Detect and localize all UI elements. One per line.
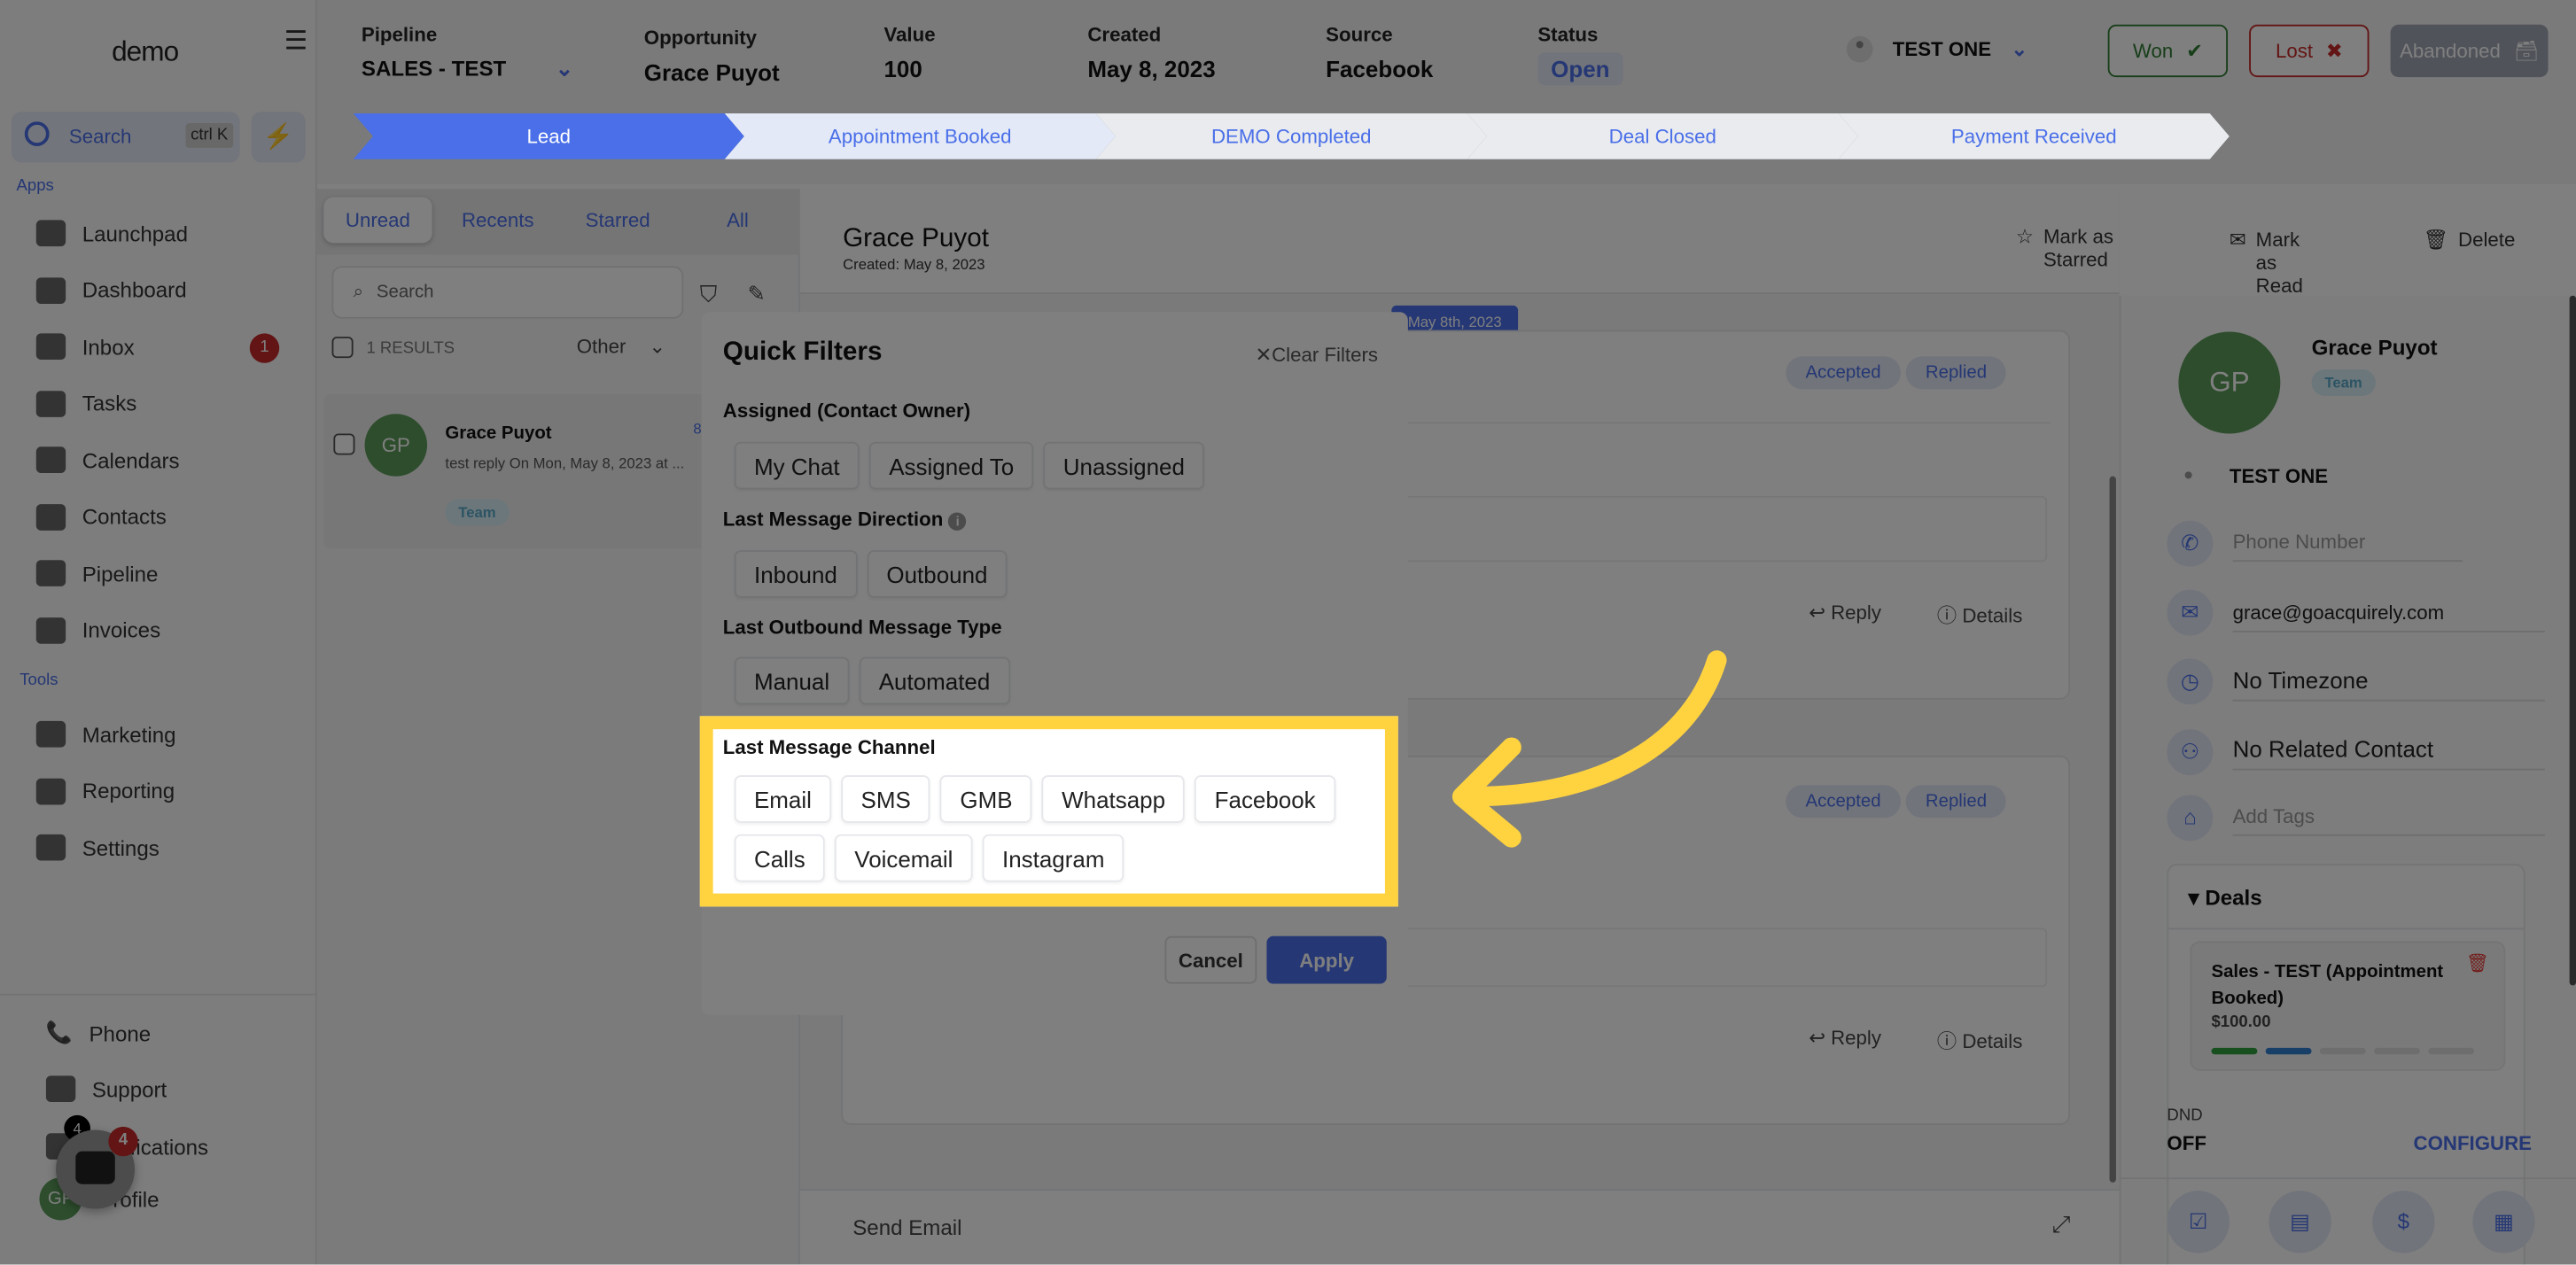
channel-chip-sms[interactable]: SMS	[841, 775, 931, 823]
stage-demo-completed[interactable]: DEMO Completed	[1096, 113, 1487, 159]
stage-lead[interactable]: Lead	[354, 113, 744, 159]
stage-appointment-booked[interactable]: Appointment Booked	[725, 113, 1116, 159]
channel-chip-whatsapp[interactable]: Whatsapp	[1041, 775, 1186, 823]
channel-chip-gmb[interactable]: GMB	[940, 775, 1032, 823]
channel-chip-voicemail[interactable]: Voicemail	[835, 834, 973, 882]
channel-heading: Last Message Channel	[722, 735, 936, 759]
channel-chip-instagram[interactable]: Instagram	[982, 834, 1125, 882]
stage-payment-received[interactable]: Payment Received	[1839, 113, 2230, 159]
dim-overlay	[0, 0, 2576, 1265]
stage-deal-closed[interactable]: Deal Closed	[1467, 113, 1858, 159]
channel-chip-email[interactable]: Email	[734, 775, 832, 823]
channel-chip-facebook[interactable]: Facebook	[1195, 775, 1335, 823]
channel-chip-calls[interactable]: Calls	[734, 834, 825, 882]
pointer-arrow-icon	[1451, 650, 1727, 848]
last-message-channel-section: Last Message Channel Email SMS GMB Whatsapp…	[699, 716, 1398, 907]
